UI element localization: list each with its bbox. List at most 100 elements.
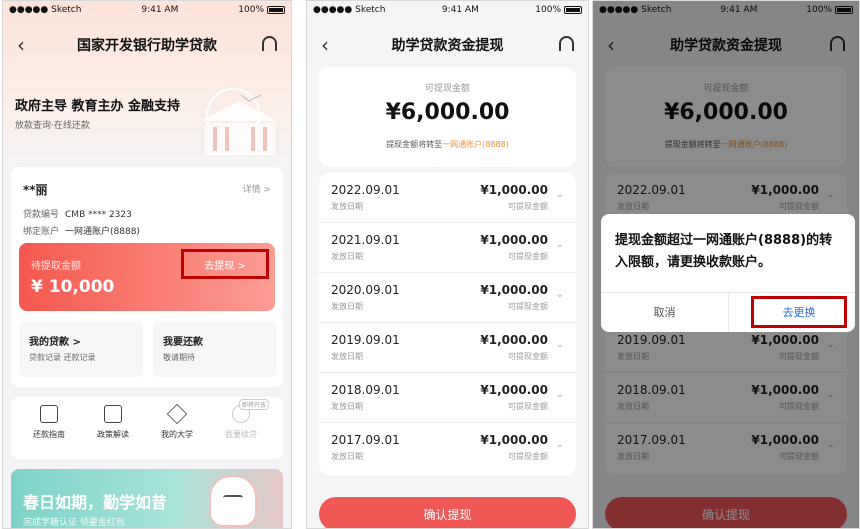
record-row[interactable]: 2020.09.01 发放日期 ¥1,000.00 可提现金额 ⌄ <box>319 273 576 323</box>
nav-bar: ‹ 助学贷款资金提现 <box>307 27 588 63</box>
chevron-down-icon[interactable]: ⌄ <box>556 339 564 350</box>
withdraw-button[interactable]: 去提现 > <box>181 249 269 279</box>
record-date-label: 发放日期 <box>331 452 363 461</box>
record-date-label: 发放日期 <box>331 402 363 411</box>
repay-card[interactable]: 我要还款 敬请期待 <box>153 321 277 377</box>
chevron-down-icon[interactable]: ⌄ <box>556 239 564 250</box>
record-amount: ¥1,000.00 <box>480 333 548 347</box>
record-row[interactable]: 2018.09.01 发放日期 ¥1,000.00 可提现金额 ⌄ <box>319 373 576 423</box>
banner-title: 春日如期，勤学如昔 <box>23 493 168 512</box>
headset-icon[interactable] <box>262 36 277 51</box>
battery-level: 100% <box>238 5 264 15</box>
page-title: 国家开发银行助学贷款 <box>77 38 217 54</box>
repay-sub: 敬请期待 <box>163 353 195 362</box>
record-date: 2020.09.01 <box>331 283 400 297</box>
status-bar: ●●●●● Sketch 9:41 AM 100% <box>307 1 588 19</box>
my-loans-card[interactable]: 我的贷款 > 贷款记录 还款记录 <box>19 321 143 377</box>
record-date-label: 发放日期 <box>331 352 363 361</box>
promo-banner[interactable]: 春日如期，勤学如昔 完成学籍认证 领要金红包 <box>11 469 283 528</box>
record-amount-label: 可提现金额 <box>508 252 548 261</box>
record-date: 2022.09.01 <box>331 183 400 197</box>
withdraw-dialog-screen: ●●●●● Sketch 9:41 AM 100% ‹ 助学贷款资金提现 可提现… <box>592 0 860 529</box>
loan-card: **丽 详情 > 贷款编号 CMB **** 2323 绑定账户 一网通账户(888… <box>11 167 283 387</box>
shortcut-renew: 我要续贷 即将开放 <box>211 399 271 440</box>
shortcut-policy[interactable]: 政策解读 <box>83 405 143 440</box>
lucky-cat-icon <box>209 475 257 527</box>
slogan: 政府主导 教育主办 金融支持 <box>15 99 181 114</box>
shortcut-bar: 还款指南 政策解读 我的大学 我要续贷 即将开放 <box>11 397 283 459</box>
record-amount: ¥1,000.00 <box>480 183 548 197</box>
chevron-down-icon[interactable]: ⌄ <box>556 189 564 200</box>
chevron-down-icon[interactable]: ⌄ <box>556 389 564 400</box>
loan-no: CMB **** 2323 <box>65 210 132 220</box>
dialog-divider <box>728 292 729 332</box>
pending-amount: ¥ 10,000 <box>31 277 115 297</box>
borrower-name: **丽 <box>23 183 48 197</box>
bank-illustration-icon <box>201 88 277 155</box>
headset-icon[interactable] <box>559 36 574 51</box>
withdraw-screen: ●●●●● Sketch 9:41 AM 100% ‹ 助学贷款资金提现 可提现… <box>306 0 589 529</box>
pending-label: 待提取金额 <box>31 261 81 272</box>
balance-label: 可提现金额 <box>424 84 470 94</box>
page-title: 助学贷款资金提现 <box>391 38 504 54</box>
record-row[interactable]: 2022.09.01 发放日期 ¥1,000.00 可提现金额 ⌄ <box>319 173 576 223</box>
record-amount-label: 可提现金额 <box>508 302 548 311</box>
record-row[interactable]: 2019.09.01 发放日期 ¥1,000.00 可提现金额 ⌄ <box>319 323 576 373</box>
slogan-sub: 放款查询·在线还款 <box>15 121 90 131</box>
battery-icon <box>564 6 582 14</box>
bound-account: 一网通账户(8888) <box>65 227 140 237</box>
chevron-down-icon[interactable]: ⌄ <box>556 289 564 300</box>
account-label: 绑定账户 <box>23 227 60 237</box>
record-amount-label: 可提现金额 <box>508 352 548 361</box>
shortcut-label: 政策解读 <box>97 430 129 439</box>
repay-title: 我要还款 <box>163 337 203 348</box>
banner-sub: 完成学籍认证 领要金红包 <box>23 518 125 528</box>
confirm-withdraw-button[interactable]: 确认提现 <box>319 497 576 528</box>
time: 9:41 AM <box>441 5 479 15</box>
record-date: 2019.09.01 <box>331 333 400 347</box>
record-list: 2022.09.01 发放日期 ¥1,000.00 可提现金额 ⌄ 2021.09.01… <box>319 173 576 475</box>
transfer-note: 提现金额将转至 <box>386 140 443 149</box>
shortcut-label: 我的大学 <box>161 430 193 439</box>
my-loans-title: 我的贷款 > <box>29 337 81 348</box>
record-amount: ¥1,000.00 <box>480 433 548 447</box>
record-date: 2017.09.01 <box>331 433 400 447</box>
home-screen: ●●●●● Sketch 9:41 AM 100% ‹ 国家开发银行助学贷款 政… <box>2 0 292 529</box>
record-date-label: 发放日期 <box>331 252 363 261</box>
balance-card: 可提现金额 ¥6,000.00 提现金额将转至一网通账户(8888) <box>319 67 576 167</box>
record-date-label: 发放日期 <box>331 202 363 211</box>
my-loans-sub: 贷款记录 还款记录 <box>29 353 96 362</box>
dialog-change-account-button[interactable]: 去更换 <box>751 296 847 328</box>
shortcut-university[interactable]: 我的大学 <box>147 403 207 440</box>
loan-no-label: 贷款编号 <box>23 210 60 220</box>
shortcut-label: 还款指南 <box>33 430 65 439</box>
coming-soon-badge: 即将开放 <box>238 399 269 410</box>
record-date-label: 发放日期 <box>331 302 363 311</box>
chevron-down-icon[interactable]: ⌄ <box>556 439 564 450</box>
record-date: 2021.09.01 <box>331 233 400 247</box>
carrier: ●●●●● Sketch <box>313 5 386 15</box>
carrier: ●●●●● Sketch <box>9 5 82 15</box>
dialog-cancel-button[interactable]: 取消 <box>601 292 728 332</box>
guide-icon <box>40 405 58 423</box>
back-icon[interactable]: ‹ <box>17 33 25 57</box>
back-icon[interactable]: ‹ <box>321 33 329 57</box>
balance-amount: ¥6,000.00 <box>385 100 510 125</box>
time: 9:41 AM <box>141 5 179 15</box>
detail-link[interactable]: 详情 > <box>243 182 271 195</box>
battery-level: 100% <box>535 5 561 15</box>
status-bar: ●●●●● Sketch 9:41 AM 100% <box>3 1 291 19</box>
record-amount: ¥1,000.00 <box>480 283 548 297</box>
graduation-cap-icon <box>166 403 188 425</box>
policy-icon <box>104 405 122 423</box>
nav-bar: ‹ 国家开发银行助学贷款 <box>3 27 291 63</box>
account-limit-dialog: 提现金额超过一网通账户(8888)的转入限额，请更换收款账户。 取消 去更换 <box>601 214 855 332</box>
dialog-message: 提现金额超过一网通账户(8888)的转入限额，请更换收款账户。 <box>615 233 833 270</box>
pending-amount-card: 待提取金额 ¥ 10,000 去提现 > <box>19 243 275 311</box>
record-amount: ¥1,000.00 <box>480 383 548 397</box>
record-row[interactable]: 2021.09.01 发放日期 ¥1,000.00 可提现金额 ⌄ <box>319 223 576 273</box>
transfer-account: 一网通账户(8888) <box>442 140 509 149</box>
shortcut-guide[interactable]: 还款指南 <box>19 405 79 440</box>
record-row[interactable]: 2017.09.01 发放日期 ¥1,000.00 可提现金额 ⌄ <box>319 423 576 473</box>
record-amount-label: 可提现金额 <box>508 402 548 411</box>
